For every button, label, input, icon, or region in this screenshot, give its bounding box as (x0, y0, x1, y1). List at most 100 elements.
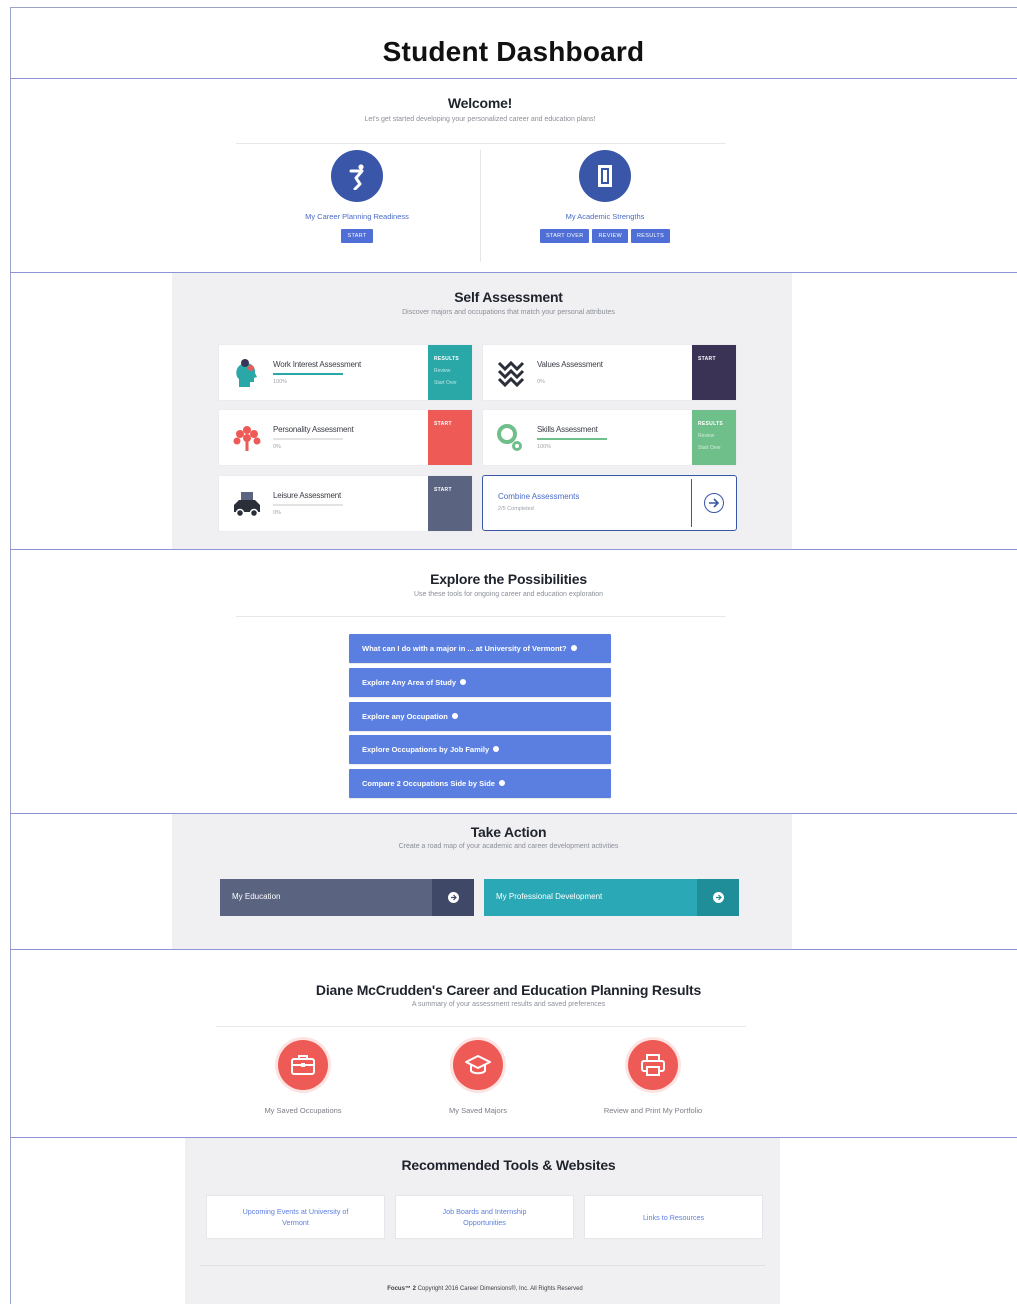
welcome-divider (236, 143, 726, 144)
portfolio-label[interactable]: Review and Print My Portfolio (578, 1106, 728, 1115)
saved-majors-item[interactable]: My Saved Majors (403, 1040, 553, 1115)
combine-arrow-icon[interactable] (704, 493, 724, 513)
button-label: Compare 2 Occupations Side by Side (362, 779, 495, 788)
academic-review-button[interactable]: REVIEW (592, 229, 628, 243)
footer-divider (200, 1265, 765, 1266)
my-professional-development-button[interactable]: My Professional Development (484, 879, 739, 916)
welcome-vertical-divider (480, 150, 481, 262)
arrow-circle-icon (493, 746, 500, 752)
car-icon (231, 488, 263, 520)
work-interest-side-panel[interactable]: RESULTS Review Start Over (428, 345, 472, 400)
arrow-circle-icon (451, 713, 458, 719)
skills-side-panel[interactable]: RESULTS Review Start Over (692, 410, 736, 465)
results-title: Diane McCrudden's Career and Education P… (315, 982, 702, 998)
button-label: Explore any Occupation (362, 712, 448, 721)
tools-title: Recommended Tools & Websites (401, 1157, 616, 1173)
personality-card[interactable]: Personality Assessment 0% START (218, 409, 473, 466)
explore-subtitle: Use these tools for ongoing career and e… (413, 591, 604, 598)
upcoming-events-link[interactable]: Upcoming Events at University of Vermont (206, 1195, 385, 1239)
assessment-progress-bar (273, 373, 343, 375)
skills-icon (495, 422, 527, 454)
leisure-card[interactable]: Leisure Assessment 0% START (218, 475, 473, 532)
personality-side-panel[interactable]: START (428, 410, 472, 465)
academic-results-button[interactable]: RESULTS (630, 229, 671, 243)
resources-link[interactable]: Links to Resources (584, 1195, 763, 1239)
assessment-progress-bar (273, 438, 343, 440)
review-link[interactable]: Review (434, 365, 466, 377)
skills-card[interactable]: Skills Assessment 100% RESULTS Review St… (482, 409, 737, 466)
graduation-cap-icon[interactable] (453, 1040, 503, 1090)
start-over-link[interactable]: Start Over (698, 442, 730, 454)
results-divider (216, 1026, 746, 1027)
welcome-subtitle: Let's get started developing your person… (364, 116, 596, 123)
arrow-right-icon (447, 892, 459, 903)
assessment-progress-bar (537, 438, 607, 440)
major-at-uvm-button[interactable]: What can I do with a major in ... at Uni… (349, 634, 611, 663)
section-divider (10, 549, 1017, 550)
tree-icon (231, 422, 263, 454)
start-over-link[interactable]: Start Over (434, 377, 466, 389)
arrow-circle-icon (460, 679, 467, 685)
compare-occupations-button[interactable]: Compare 2 Occupations Side by Side (349, 769, 611, 798)
leisure-side-panel[interactable]: START (428, 476, 472, 531)
explore-title: Explore the Possibilities (430, 571, 587, 587)
assessment-name: Skills Assessment (537, 425, 598, 434)
side-title[interactable]: RESULTS (434, 353, 466, 365)
footer: Focus™ 2 Copyright 2016 Career Dimension… (185, 1286, 785, 1292)
values-side-panel[interactable]: START (692, 345, 736, 400)
welcome-title: Welcome! (447, 95, 513, 111)
button-label: What can I do with a major in ... at Uni… (362, 644, 567, 653)
button-label: Explore Occupations by Job Family (362, 745, 490, 754)
printer-icon[interactable] (628, 1040, 678, 1090)
zigzag-icon (495, 357, 527, 389)
combine-assessments-label[interactable]: Combine Assessments (498, 492, 579, 501)
combine-assessments-card[interactable]: Combine Assessments 2/5 Completed (482, 475, 737, 531)
my-education-button[interactable]: My Education (220, 879, 474, 916)
head-gears-icon (231, 357, 263, 389)
assessment-progress-bar (273, 504, 343, 506)
self-assessment-subtitle: Discover majors and occupations that mat… (402, 309, 615, 316)
side-title[interactable]: START (434, 484, 466, 496)
footer-brand: Focus™ 2 (387, 1286, 416, 1292)
self-assessment-title: Self Assessment (454, 289, 563, 305)
arrow-zone (432, 879, 474, 916)
page-title: Student Dashboard (382, 36, 645, 67)
results-subtitle: A summary of your assessment results and… (411, 1001, 606, 1008)
assessment-percent: 0% (537, 379, 545, 385)
take-action-title: Take Action (470, 824, 547, 840)
button-label: My Education (232, 892, 281, 901)
combine-separator (691, 479, 692, 527)
arrow-circle-icon (498, 780, 505, 786)
review-link[interactable]: Review (698, 430, 730, 442)
explore-divider (236, 616, 726, 617)
saved-occupations-label[interactable]: My Saved Occupations (228, 1106, 378, 1115)
career-readiness-label[interactable]: My Career Planning Readiness (237, 212, 477, 221)
explore-occupation-button[interactable]: Explore any Occupation (349, 702, 611, 731)
runner-icon[interactable] (331, 150, 383, 202)
assessment-percent: 100% (537, 444, 552, 450)
button-label: My Professional Development (496, 892, 603, 901)
career-readiness-card: My Career Planning Readiness START (237, 150, 477, 243)
side-title[interactable]: START (698, 353, 730, 365)
footer-copyright: Copyright 2016 Career Dimensions®, Inc. … (417, 1286, 583, 1292)
job-boards-link[interactable]: Job Boards and Internship Opportunities (395, 1195, 574, 1239)
briefcase-icon[interactable] (278, 1040, 328, 1090)
section-divider (10, 949, 1017, 950)
career-readiness-start-button[interactable]: START (341, 229, 373, 243)
arrow-zone (697, 879, 739, 916)
explore-job-family-button[interactable]: Explore Occupations by Job Family (349, 735, 611, 764)
combine-assessments-progress: 2/5 Completed (498, 506, 534, 512)
side-title[interactable]: RESULTS (698, 418, 730, 430)
saved-occupations-item[interactable]: My Saved Occupations (228, 1040, 378, 1115)
portfolio-item[interactable]: Review and Print My Portfolio (578, 1040, 728, 1115)
academic-start-over-button[interactable]: START OVER (539, 229, 590, 243)
book-icon[interactable] (579, 150, 631, 202)
saved-majors-label[interactable]: My Saved Majors (403, 1106, 553, 1115)
assessment-name: Work Interest Assessment (273, 360, 361, 369)
academic-strengths-label[interactable]: My Academic Strengths (485, 212, 725, 221)
values-card[interactable]: Values Assessment 0% START (482, 344, 737, 401)
side-title[interactable]: START (434, 418, 466, 430)
assessment-percent: 100% (273, 379, 288, 385)
explore-area-of-study-button[interactable]: Explore Any Area of Study (349, 668, 611, 697)
work-interest-card[interactable]: Work Interest Assessment 100% RESULTS Re… (218, 344, 473, 401)
